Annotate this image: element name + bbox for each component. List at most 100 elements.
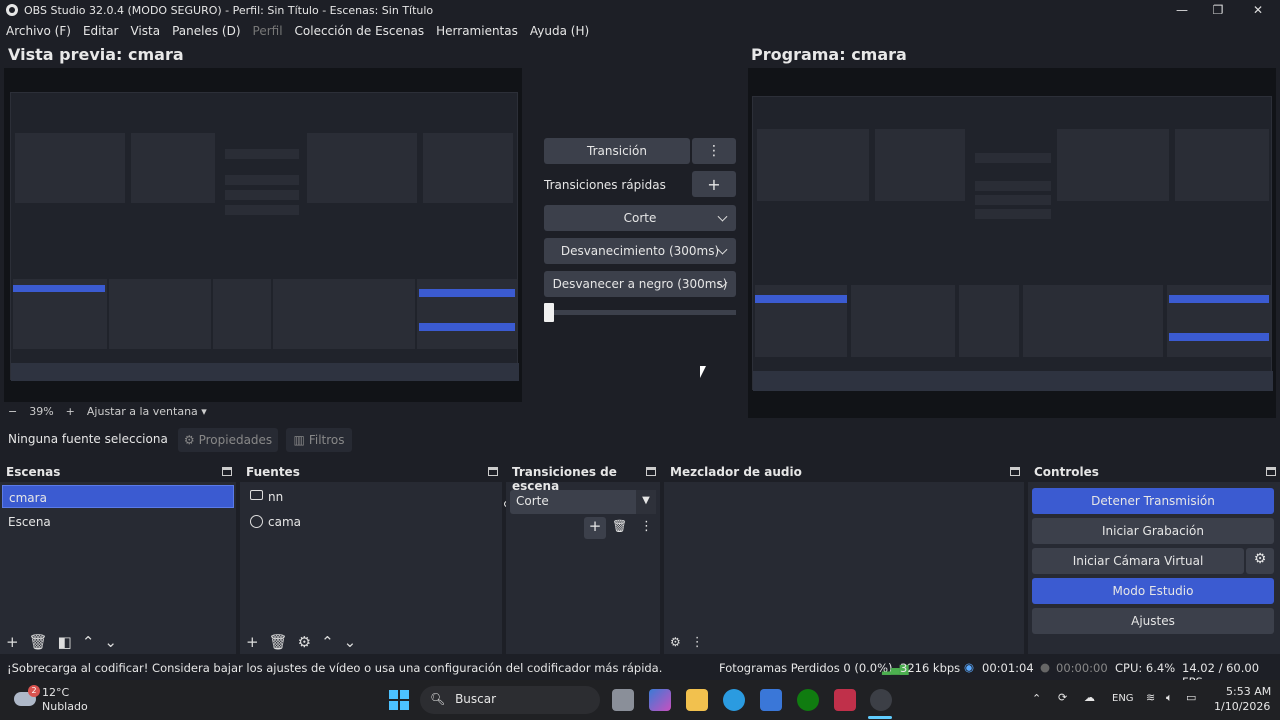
add-source-icon[interactable]: +	[246, 633, 259, 651]
add-scene-icon[interactable]: +	[6, 633, 19, 651]
clock-date[interactable]: 1/10/2026	[1214, 700, 1270, 713]
stream-time: 00:01:04	[982, 661, 1034, 675]
scenes-toolbar: + 🗑 ◧ ⌃ ⌄	[0, 630, 236, 654]
copilot-icon[interactable]	[649, 689, 671, 711]
sync-icon[interactable]: ⟳	[1058, 691, 1067, 704]
language-indicator[interactable]: ENG	[1112, 693, 1134, 704]
battery-icon[interactable]: ▭	[1186, 691, 1196, 704]
volume-icon[interactable]: 🔈︎	[1166, 691, 1173, 705]
cloud-tray-icon[interactable]: ☁	[1084, 691, 1095, 704]
add-quick-transition-button[interactable]: +	[692, 171, 736, 197]
fit-window-select[interactable]: Ajustar a la ventana ▾	[87, 405, 207, 418]
menu-file[interactable]: Archivo (F)	[6, 24, 71, 38]
source-label: cama	[268, 515, 301, 529]
title-bar: OBS Studio 32.0.4 (MODO SEGURO) - Perfil…	[0, 0, 1280, 20]
edge-icon[interactable]	[723, 689, 745, 711]
search-icon: 🔍︎	[430, 692, 446, 706]
filters-button[interactable]: ▥ Filtros	[286, 428, 352, 452]
menu-help[interactable]: Ayuda (H)	[530, 24, 589, 38]
undock-icon[interactable]	[488, 467, 498, 476]
move-up-icon[interactable]: ⌃	[321, 633, 334, 651]
filter-icon: ▥	[293, 433, 305, 447]
scene-item[interactable]: cmara	[2, 485, 234, 508]
app-icon[interactable]	[834, 689, 856, 711]
start-record-button[interactable]: Iniciar Grabación	[1032, 518, 1274, 544]
menu-docks[interactable]: Paneles (D)	[172, 24, 240, 38]
move-down-icon[interactable]: ⌄	[344, 633, 357, 651]
quick-transition-fade[interactable]: Desvanecimiento (300ms)	[544, 238, 736, 264]
preview-zoom-bar: − 39% + Ajustar a la ventana ▾	[8, 405, 207, 418]
virtual-cam-settings-icon[interactable]: ⚙	[1246, 548, 1274, 574]
quick-transitions-label: Transiciones rápidas	[544, 178, 666, 192]
program-screen-capture	[752, 96, 1273, 391]
quick-transition-cut[interactable]: Corte	[544, 205, 736, 231]
zoom-in-button[interactable]: +	[66, 405, 75, 418]
controls-dock: Controles Detener Transmisión Iniciar Gr…	[1028, 462, 1280, 654]
minimize-button[interactable]: —	[1164, 0, 1200, 20]
taskbar-search[interactable]: 🔍︎ Buscar	[420, 686, 600, 714]
menu-scene-collection[interactable]: Colección de Escenas	[295, 24, 425, 38]
obs-taskbar-icon[interactable]	[870, 689, 892, 711]
undock-icon[interactable]	[646, 467, 656, 476]
undock-icon[interactable]	[1010, 467, 1020, 476]
properties-button[interactable]: ⚙ Propiedades	[178, 428, 278, 452]
transition-button[interactable]: Transición	[544, 138, 690, 164]
tbar-slider-track[interactable]	[544, 310, 736, 315]
menu-tools[interactable]: Herramientas	[436, 24, 518, 38]
zoom-out-button[interactable]: −	[8, 405, 17, 418]
trash-icon[interactable]: 🗑	[612, 519, 627, 533]
windows-start-icon[interactable]	[389, 690, 409, 710]
close-button[interactable]: ✕	[1240, 0, 1276, 20]
monitor-icon	[250, 490, 263, 500]
zoom-level: 39%	[29, 405, 54, 418]
settings-button[interactable]: Ajustes	[1032, 608, 1274, 634]
menu-view[interactable]: Vista	[130, 24, 160, 38]
program-canvas	[748, 68, 1276, 418]
chevron-down-icon	[717, 211, 728, 222]
audio-mixer-toolbar: ⚙ ⋮	[664, 630, 1024, 654]
xbox-icon[interactable]	[797, 689, 819, 711]
gear-icon: ⚙	[183, 433, 195, 447]
cpu-usage: CPU: 6.4%	[1115, 661, 1176, 675]
sources-dock-header: Fuentes	[240, 462, 502, 482]
undock-icon[interactable]	[222, 467, 232, 476]
controls-dock-header: Controles	[1028, 462, 1280, 482]
record-time: 00:00:00	[1056, 661, 1108, 675]
transition-select[interactable]: Corte ▼	[510, 490, 656, 514]
more-options-icon[interactable]: ⋮	[691, 635, 704, 650]
scene-filters-icon[interactable]: ◧	[58, 633, 72, 651]
preview-canvas[interactable]	[4, 68, 522, 402]
gear-icon[interactable]: ⚙	[298, 633, 311, 651]
clock-time[interactable]: 5:53 AM	[1226, 685, 1271, 698]
maximize-button[interactable]: ❐	[1200, 0, 1236, 20]
audio-mixer-dock: Mezclador de audio ⚙ ⋮	[664, 462, 1024, 654]
preview-title: Vista previa: cmara	[8, 45, 184, 64]
add-transition-button[interactable]: +	[584, 517, 606, 539]
file-explorer-icon[interactable]	[686, 689, 708, 711]
quick-transition-fade-black[interactable]: Desvanecer a negro (300ms)	[544, 271, 736, 297]
store-icon[interactable]	[760, 689, 782, 711]
stop-stream-button[interactable]: Detener Transmisión	[1032, 488, 1274, 514]
transition-options-button[interactable]: ⋮	[692, 138, 736, 164]
weather-widget[interactable]: 2	[14, 685, 40, 710]
source-item[interactable]: cama	[242, 510, 571, 536]
tbar-slider-handle[interactable]	[544, 303, 554, 322]
undock-icon[interactable]	[1266, 467, 1276, 476]
remove-scene-icon[interactable]: 🗑	[29, 633, 48, 651]
start-virtual-cam-button[interactable]: Iniciar Cámara Virtual	[1032, 548, 1244, 574]
search-placeholder: Buscar	[455, 692, 497, 706]
more-options-icon[interactable]: ⋮	[640, 519, 653, 534]
move-up-icon[interactable]: ⌃	[82, 633, 95, 651]
advanced-audio-icon[interactable]: ⚙	[670, 635, 681, 649]
menu-edit[interactable]: Editar	[83, 24, 119, 38]
scene-item[interactable]: Escena	[2, 510, 234, 533]
studio-mode-button[interactable]: Modo Estudio	[1032, 578, 1274, 604]
broadcast-icon: ◉	[964, 660, 975, 674]
remove-source-icon[interactable]: 🗑	[269, 633, 288, 651]
source-item[interactable]: nn	[242, 485, 553, 511]
task-view-icon[interactable]	[612, 689, 634, 711]
wifi-icon[interactable]: ≋	[1146, 691, 1155, 704]
chevron-up-icon[interactable]: ⌃	[1032, 692, 1041, 705]
move-down-icon[interactable]: ⌄	[104, 633, 117, 651]
menu-profile[interactable]: Perfil	[253, 24, 283, 38]
